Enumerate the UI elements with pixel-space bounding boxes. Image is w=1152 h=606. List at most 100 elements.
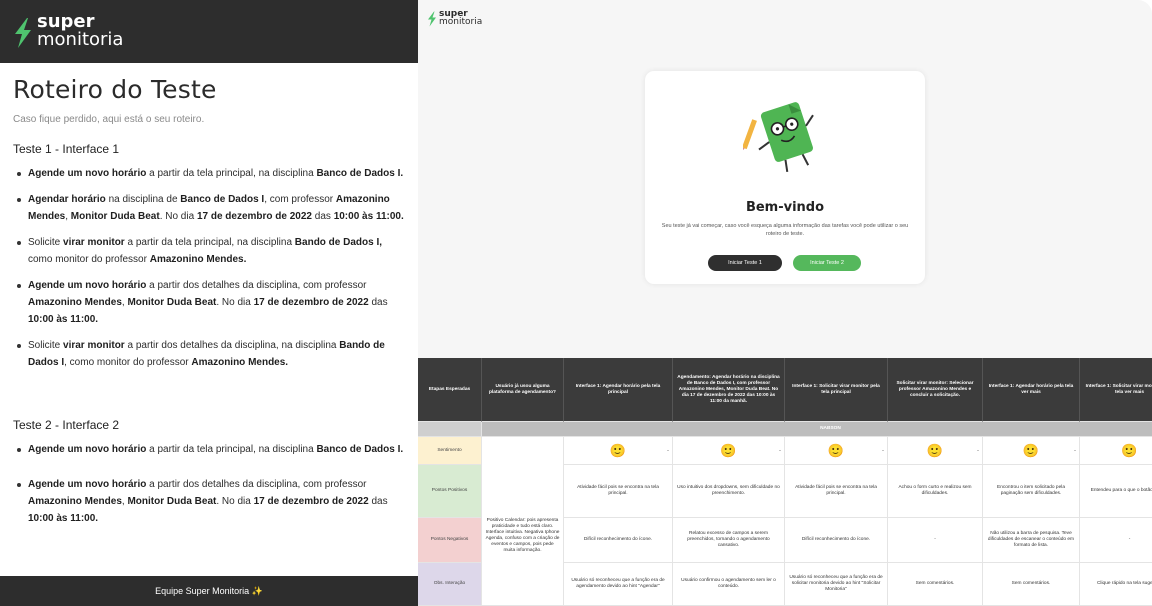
test1-task-list: Agende um novo horário a partir da tela …	[13, 165, 405, 371]
smile-emoji-icon: 🙂	[609, 443, 627, 458]
guide-body: Roteiro do Teste Caso fique perdido, aqu…	[0, 75, 418, 527]
guide-footer: Equipe Super Monitoria ✨	[0, 576, 418, 606]
task-text: Bando de Dados I,	[294, 237, 383, 248]
task-text: 17 de dezembro de 2022	[196, 211, 312, 222]
task-text: a partir dos detalhes da disciplina, na …	[124, 340, 340, 351]
sentiment-cell: 🙂-	[983, 437, 1080, 465]
table-header-cell: Interface 1: Agendar horário pela tela v…	[983, 358, 1080, 422]
task-text: 17 de dezembro de 2022	[253, 496, 369, 507]
table-cell: Atividade fácil pois se encontra na tela…	[564, 465, 673, 518]
table-cell: Encontrou o item solicitado pela paginaç…	[983, 465, 1080, 518]
test2-heading: Teste 2 - Interface 2	[13, 418, 120, 432]
table-header-cell: Interface 1: Agendar horário pela tela p…	[564, 358, 673, 422]
app-root: super monitoria Roteiro do Teste Caso fi…	[0, 0, 1152, 606]
test-guide-panel: super monitoria Roteiro do Teste Caso fi…	[0, 0, 418, 606]
start-test-1-button[interactable]: Iniciar Teste 1	[708, 255, 782, 271]
smile-emoji-icon: 🙂	[1022, 443, 1040, 458]
task-text: a partir da tela principal, na disciplin…	[146, 444, 317, 455]
task-text: Agendar horário	[28, 194, 106, 205]
task-text: Solicite	[28, 340, 64, 351]
sentiment-dash: -	[882, 447, 884, 454]
sentiment-cell: 🙂-	[673, 437, 785, 465]
task-text: Amazonino Mendes	[28, 297, 122, 308]
table-row: Pontos Negativos Difícil reconhecimento d…	[418, 518, 1152, 563]
table-row: Pontos Positivos Atividade fácil pois se …	[418, 465, 1152, 518]
table-row: Obs. Interação Usuário só reconheceu que …	[418, 563, 1152, 606]
task-text: Solicite	[28, 237, 64, 248]
task-text: a partir dos detalhes da disciplina, com…	[146, 479, 367, 490]
task-text: Banco de Dados I.	[316, 168, 404, 179]
row-label: Pontos Positivos	[418, 465, 482, 518]
sentiment-dash: -	[667, 447, 669, 454]
row-label: Sentimento	[418, 437, 482, 465]
table-header-cell: Usuário já usou alguma plataforma de age…	[482, 358, 564, 422]
task-text: Agende um novo horário	[28, 168, 147, 179]
task-item: Agendar horário na disciplina de Banco d…	[13, 191, 405, 225]
task-text: Amazonino Mendes.	[149, 254, 247, 265]
table-cell: -	[1080, 518, 1152, 563]
guide-title: Roteiro do Teste	[13, 75, 217, 104]
smile-emoji-icon: 🙂	[1121, 443, 1138, 458]
task-text: Agende um novo horário	[28, 479, 147, 490]
test1-heading: Teste 1 - Interface 1	[13, 142, 120, 156]
task-text: Amazonino Mendes.	[191, 357, 289, 368]
task-text: virar monitor	[63, 340, 125, 351]
task-text: Amazonino Mendes	[28, 496, 122, 507]
bolt-logo-icon	[15, 18, 31, 48]
table-cell: Achou o form curto e realizou sem dificu…	[888, 465, 983, 518]
bolt-logo-icon	[428, 11, 436, 27]
results-table: Etapas Esperadas Usuário já usou alguma p…	[418, 358, 1152, 606]
task-text: virar monitor	[63, 237, 125, 248]
table-header-cell: Interface 1: Solicitar virar monitor pel…	[1080, 358, 1152, 422]
task-text: a partir da tela principal, na disciplin…	[124, 237, 295, 248]
main-area: super monitoria Bem-vindo Seu teste já v…	[418, 0, 1152, 606]
task-text: das	[312, 211, 334, 222]
smile-emoji-icon: 🙂	[720, 443, 737, 458]
sentiment-cell: 🙂-	[785, 437, 888, 465]
test2-task-list: Agende um novo horário a partir da tela …	[13, 441, 405, 527]
table-group-row: NABSON	[418, 422, 1152, 437]
table-cell: Usuário confirmou o agendamento sem ler …	[673, 563, 785, 606]
table-cell: -	[888, 518, 983, 563]
table-cell: Relatou excesso de campos a serem preenc…	[673, 518, 785, 563]
table-cell: Uso intuitivo dos dropdowns, sem dificul…	[673, 465, 785, 518]
smile-emoji-icon: 🙂	[827, 443, 845, 458]
task-text: Monitor Duda Beat	[127, 496, 217, 507]
mascot-illustration	[743, 102, 814, 173]
sentiment-cell: 🙂-	[564, 437, 673, 465]
task-text: Monitor Duda Beat	[127, 297, 217, 308]
task-item: Solicite virar monitor a partir da tela …	[13, 234, 405, 268]
task-text: a partir dos detalhes da disciplina, com…	[146, 280, 367, 291]
task-text: Agende um novo horário	[28, 280, 147, 291]
table-header-cell: Etapas Esperadas	[418, 358, 482, 422]
table-cell: Atividade fácil pois se encontra na tela…	[785, 465, 888, 518]
row-label: Pontos Negativos	[418, 518, 482, 563]
task-text: . No dia	[216, 297, 254, 308]
sentiment-dash: -	[1074, 447, 1076, 454]
table-header-row: Etapas Esperadas Usuário já usou alguma p…	[418, 358, 1152, 422]
guide-subtitle: Caso fique perdido, aqui está o seu rote…	[13, 114, 205, 125]
start-test-2-button[interactable]: Iniciar Teste 2	[793, 255, 861, 271]
table-cell: Difícil reconhecimento do ícone.	[785, 518, 888, 563]
row-label: Obs. Interação	[418, 563, 482, 606]
table-cell: Usuário só reconheceu que a função era d…	[785, 563, 888, 606]
task-text: das	[368, 297, 388, 308]
smile-emoji-icon: 🙂	[926, 443, 944, 458]
task-text: 17 de dezembro de 2022	[253, 297, 369, 308]
task-text: , com professor	[264, 194, 336, 205]
task-item: Agende um novo horário a partir dos deta…	[13, 476, 405, 527]
task-text: Agende um novo horário	[28, 444, 147, 455]
guide-header: super monitoria	[0, 0, 418, 63]
table-header-cell: Interface 1: Solicitar virar monitor pel…	[785, 358, 888, 422]
task-item: Solicite virar monitor a partir dos deta…	[13, 337, 405, 371]
welcome-card: Bem-vindo Seu teste já vai começar, caso…	[645, 71, 925, 284]
table-cell: Sem comentários.	[888, 563, 983, 606]
table-cell: Difícil reconhecimento do ícone.	[564, 518, 673, 563]
table-header-cell: Solicitar virar monitor: Selecionar prof…	[888, 358, 983, 422]
table-cell: Usuário só reconheceu que a função era d…	[564, 563, 673, 606]
table-header-cell: Agendamento: Agendar horário na discipli…	[673, 358, 785, 422]
task-text: Monitor Duda Beat	[70, 211, 160, 222]
sentiment-cell: 🙂-	[1080, 437, 1152, 465]
task-item: Agende um novo horário a partir da tela …	[13, 165, 405, 182]
task-text: como monitor do professor	[28, 254, 150, 265]
